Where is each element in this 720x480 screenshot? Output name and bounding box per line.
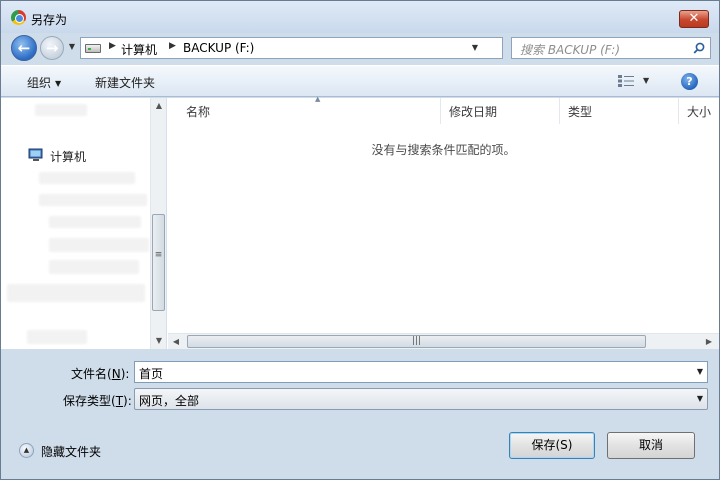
filetype-select[interactable]: 网页，全部 ▼	[134, 388, 708, 410]
recent-pages-dropdown-icon[interactable]: ▼	[67, 42, 77, 52]
scroll-down-icon[interactable]: ▼	[151, 333, 167, 349]
organize-button[interactable]: 组织 ▼	[27, 74, 61, 91]
collapse-icon: ▲	[19, 443, 34, 458]
new-folder-button[interactable]: 新建文件夹	[95, 74, 155, 91]
filetype-value: 网页，全部	[139, 394, 200, 408]
save-as-dialog: 另存为 ✕ ← → ▼ ▶ 计算机 ▶ BACKUP (F:) ▼ ⇆ 搜索 B…	[0, 0, 720, 480]
redacted-item	[49, 216, 141, 228]
filetype-label: 保存类型(T):	[63, 394, 132, 408]
redacted-item	[49, 238, 149, 252]
scroll-up-icon[interactable]: ▲	[151, 98, 167, 114]
view-dropdown-icon[interactable]: ▼	[643, 76, 649, 85]
hide-folders-label: 隐藏文件夹	[41, 445, 102, 459]
sort-ascending-icon: ▲	[315, 95, 321, 103]
address-dropdown-icon[interactable]: ▼	[472, 43, 478, 52]
search-icon[interactable]	[693, 42, 705, 54]
redacted-item	[39, 172, 135, 184]
back-button[interactable]: ←	[11, 35, 37, 61]
column-name-label: 名称	[186, 105, 211, 119]
redacted-item	[49, 260, 139, 274]
breadcrumb-backup-drive[interactable]: BACKUP (F:)	[183, 41, 254, 55]
cancel-button[interactable]: 取消	[607, 432, 695, 459]
sidebar-scrollbar[interactable]: ▲ ≡ ▼	[150, 98, 166, 349]
navigation-bar: ← → ▼ ▶ 计算机 ▶ BACKUP (F:) ▼ ⇆ 搜索 BACKUP …	[1, 33, 719, 63]
redacted-item	[35, 104, 87, 116]
chevron-down-icon: ▼	[55, 79, 62, 88]
column-header-modified[interactable]: 修改日期	[441, 98, 560, 124]
drive-icon	[85, 44, 101, 53]
redacted-item	[39, 194, 147, 206]
title-bar: 另存为 ✕	[1, 1, 719, 33]
search-placeholder: 搜索 BACKUP (F:)	[520, 43, 621, 57]
save-button[interactable]: 保存(S)	[509, 432, 595, 459]
column-header-name[interactable]: ▲ 名称	[178, 95, 441, 124]
scroll-right-icon[interactable]: ▶	[701, 334, 717, 350]
empty-message: 没有与搜索条件匹配的项。	[371, 143, 516, 157]
column-header-type[interactable]: 类型	[560, 98, 679, 124]
horizontal-scroll-thumb[interactable]: |||	[187, 335, 646, 348]
search-input[interactable]: 搜索 BACKUP (F:)	[511, 37, 711, 59]
view-options-icon[interactable]	[618, 75, 634, 87]
file-list: ▲ 名称 修改日期 类型 大小 没有与搜索条件匹配的项。 ◀ ||| ▶	[168, 95, 719, 349]
navigation-pane: 计算机 ▲ ≡ ▼	[1, 98, 167, 349]
horizontal-scrollbar[interactable]: ◀ ||| ▶	[168, 333, 719, 349]
help-icon[interactable]: ?	[681, 73, 698, 90]
sidebar-item-computer[interactable]: 计算机	[50, 148, 86, 165]
chevron-right-icon[interactable]: ▶	[169, 41, 176, 51]
command-bar: 组织 ▼ 新建文件夹 ▼ ?	[1, 65, 719, 97]
filename-field[interactable]: 首页 ▼	[134, 361, 708, 383]
forward-button[interactable]: →	[40, 36, 64, 60]
chevron-right-icon[interactable]: ▶	[109, 41, 116, 51]
sidebar-scroll-thumb[interactable]: ≡	[152, 214, 165, 311]
redacted-item	[27, 330, 87, 344]
address-bar[interactable]: ▶ 计算机 ▶ BACKUP (F:) ▼ ⇆	[80, 37, 577, 59]
breadcrumb-computer[interactable]: 计算机	[121, 41, 157, 58]
redacted-item	[7, 284, 145, 302]
filename-label: 文件名(N):	[71, 367, 130, 381]
dialog-title: 另存为	[31, 13, 68, 27]
close-button[interactable]: ✕	[679, 10, 709, 28]
computer-icon	[28, 148, 43, 161]
content-area: 计算机 ▲ ≡ ▼ ▲ 名称 修改日期 类型 大小 没有与搜索条件匹配的项。 ◀…	[1, 95, 719, 349]
chevron-down-icon[interactable]: ▼	[697, 367, 703, 376]
chevron-down-icon[interactable]: ▼	[697, 394, 703, 403]
column-header-size[interactable]: 大小	[679, 98, 719, 124]
filename-value: 首页	[139, 367, 164, 381]
chrome-icon	[11, 10, 26, 25]
organize-label: 组织	[27, 76, 52, 90]
scroll-left-icon[interactable]: ◀	[168, 334, 184, 350]
